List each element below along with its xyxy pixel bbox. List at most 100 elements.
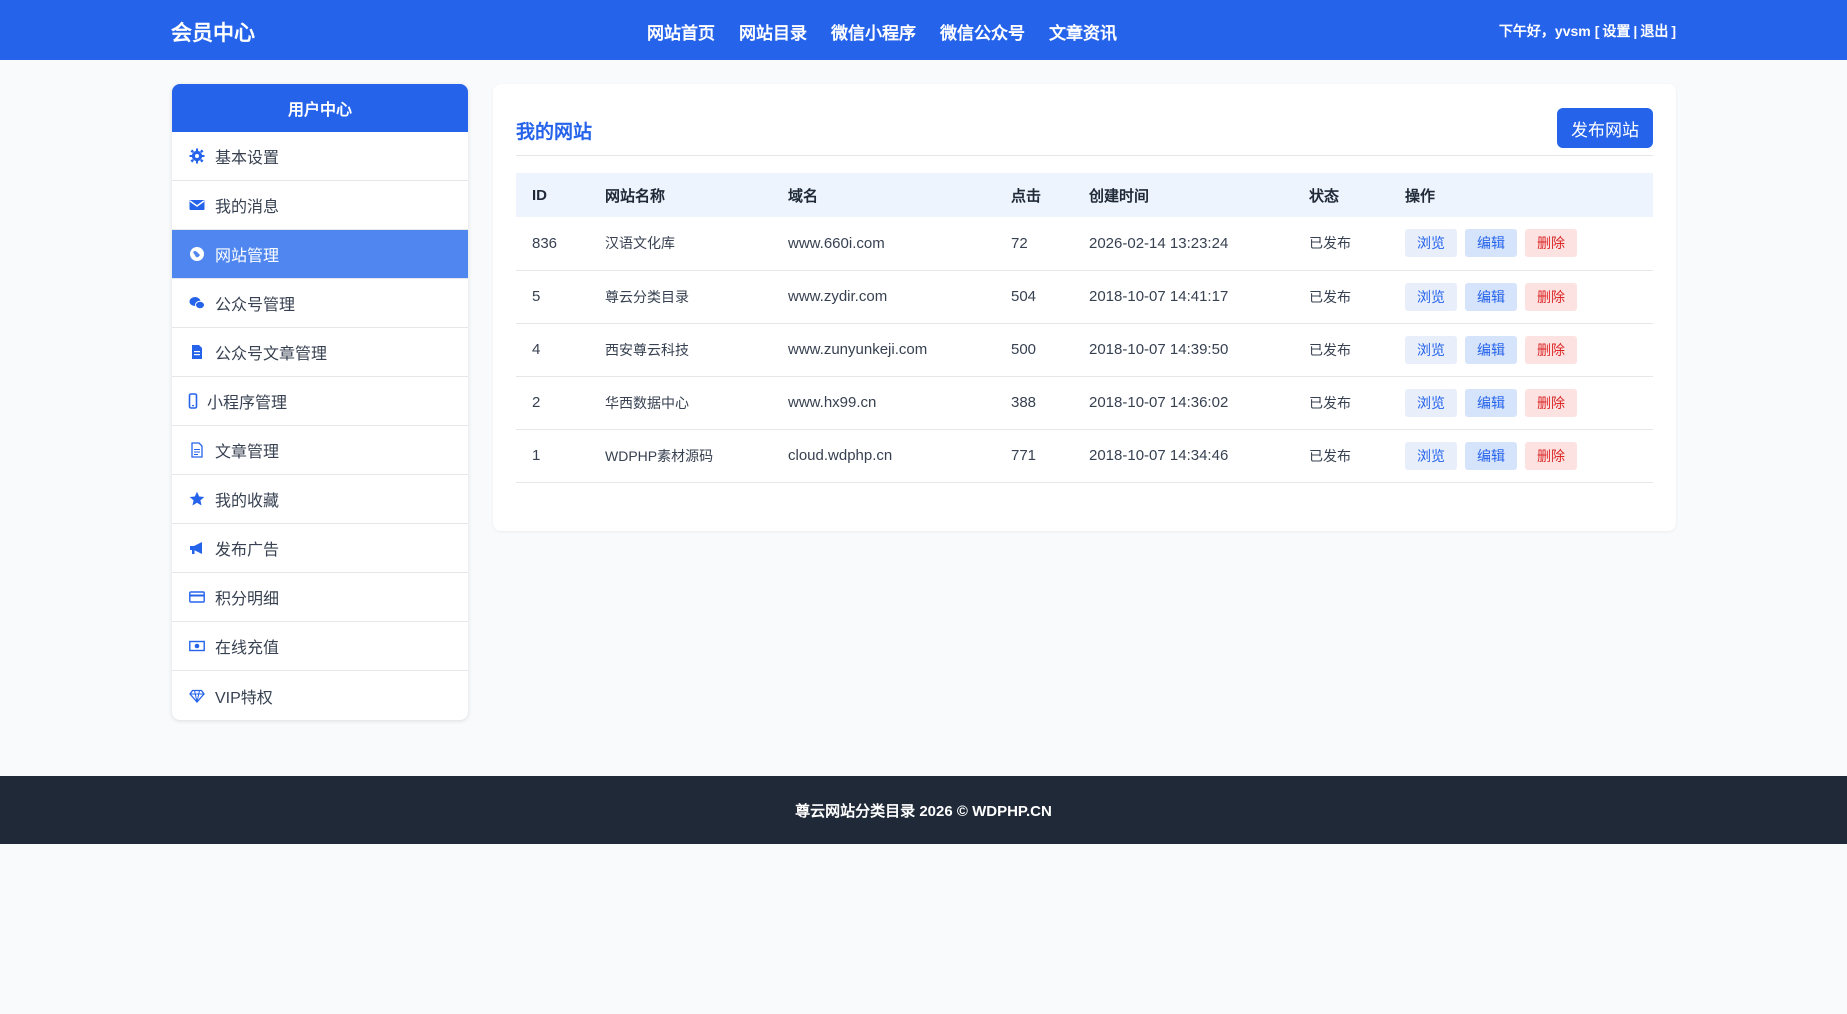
nav-home[interactable]: 网站首页: [647, 19, 715, 44]
edit-button[interactable]: 编辑: [1465, 335, 1517, 364]
delete-button[interactable]: 删除: [1525, 229, 1577, 258]
delete-button[interactable]: 删除: [1525, 441, 1577, 470]
delete-button[interactable]: 删除: [1525, 282, 1577, 311]
diamond-icon: [188, 687, 206, 705]
table-row: 1 WDPHP素材源码 cloud.wdphp.cn 771 2018-10-0…: [516, 429, 1653, 483]
sidebar-item-vip[interactable]: VIP特权: [172, 671, 468, 720]
sidebar-item-basic-settings[interactable]: 基本设置: [172, 132, 468, 181]
site-created: 2018-10-07 14:39:50: [1089, 323, 1309, 377]
sidebar-item-site-management[interactable]: 网站管理: [172, 230, 468, 279]
table-row: 2 华西数据中心 www.hx99.cn 388 2018-10-07 14:3…: [516, 376, 1653, 430]
sidebar-item-account-articles[interactable]: 公众号文章管理: [172, 328, 468, 377]
publish-site-button[interactable]: 发布网站: [1557, 108, 1653, 148]
sidebar: 用户中心 基本设置 我的消息 网站管理 公众号管理 公众号文章管理 小程序管理 …: [172, 84, 468, 720]
view-button[interactable]: 浏览: [1405, 335, 1457, 364]
envelope-icon: [188, 196, 206, 214]
status-badge: 已发布: [1309, 429, 1405, 483]
column-header-id: ID: [516, 173, 605, 217]
column-header-domain: 域名: [788, 173, 1011, 217]
nav-directory[interactable]: 网站目录: [739, 19, 807, 44]
sidebar-item-article-management[interactable]: 文章管理: [172, 426, 468, 475]
logout-link[interactable]: 退出: [1640, 21, 1668, 41]
username: yvsm: [1554, 23, 1591, 39]
row-actions: 浏览 编辑 删除: [1405, 270, 1653, 324]
sidebar-item-recharge[interactable]: 在线充值: [172, 622, 468, 671]
link-separator: |: [1633, 23, 1638, 39]
table-header-row: ID 网站名称 域名 点击 创建时间 状态 操作: [516, 173, 1653, 217]
site-id: 5: [516, 270, 605, 324]
column-header-status: 状态: [1309, 173, 1405, 217]
file-text-icon: [188, 441, 206, 459]
column-header-actions: 操作: [1405, 173, 1653, 217]
edit-button[interactable]: 编辑: [1465, 282, 1517, 311]
sidebar-item-label: 公众号管理: [215, 297, 296, 314]
site-created: 2018-10-07 14:34:46: [1089, 429, 1309, 483]
sidebar-item-mini-program[interactable]: 小程序管理: [172, 377, 468, 426]
sidebar-item-label: 小程序管理: [207, 395, 288, 412]
site-created: 2018-10-07 14:41:17: [1089, 270, 1309, 324]
sidebar-item-label: VIP特权: [215, 689, 273, 707]
gear-icon: [188, 147, 206, 165]
site-hits: 771: [1011, 429, 1089, 483]
site-created: 2018-10-07 14:36:02: [1089, 376, 1309, 430]
sidebar-item-official-account[interactable]: 公众号管理: [172, 279, 468, 328]
site-domain-link[interactable]: www.zunyunkeji.com: [788, 323, 1011, 377]
site-name: 华西数据中心: [605, 376, 788, 430]
my-sites-panel: 我的网站 发布网站 ID 网站名称 域名 点击 创建时间 状态 操作 836 汉…: [493, 84, 1676, 531]
site-domain-link[interactable]: www.660i.com: [788, 217, 1011, 271]
row-actions: 浏览 编辑 删除: [1405, 217, 1653, 271]
view-button[interactable]: 浏览: [1405, 388, 1457, 417]
site-id: 4: [516, 323, 605, 377]
brand-title[interactable]: 会员中心: [171, 17, 255, 47]
star-icon: [188, 490, 206, 508]
sidebar-title: 用户中心: [172, 84, 468, 132]
nav-mini-program[interactable]: 微信小程序: [831, 19, 916, 44]
main-nav: 网站首页 网站目录 微信小程序 微信公众号 文章资讯: [647, 19, 1117, 44]
page-title: 我的网站: [516, 122, 593, 143]
column-header-hits: 点击: [1011, 173, 1089, 217]
status-badge: 已发布: [1309, 217, 1405, 271]
sidebar-item-label: 我的收藏: [215, 493, 280, 510]
nav-articles[interactable]: 文章资讯: [1049, 19, 1117, 44]
footer-copyright: 尊云网站分类目录 2026 © WDPHP.CN: [795, 802, 1052, 820]
row-actions: 浏览 编辑 删除: [1405, 429, 1653, 483]
sidebar-item-points[interactable]: 积分明细: [172, 573, 468, 622]
credit-card-icon: [188, 588, 206, 606]
wechat-icon: [188, 294, 206, 312]
top-navbar: 会员中心 网站首页 网站目录 微信小程序 微信公众号 文章资讯 下午好， yvs…: [0, 0, 1847, 60]
sidebar-item-favorites[interactable]: 我的收藏: [172, 475, 468, 524]
sites-table: ID 网站名称 域名 点击 创建时间 状态 操作 836 汉语文化库 www.6…: [516, 173, 1653, 483]
view-button[interactable]: 浏览: [1405, 441, 1457, 470]
site-domain-link[interactable]: www.hx99.cn: [788, 376, 1011, 430]
site-id: 1: [516, 429, 605, 483]
nav-official-account[interactable]: 微信公众号: [940, 19, 1025, 44]
user-bar: 下午好， yvsm [ 设置 | 退出 ]: [1499, 21, 1676, 41]
site-id: 836: [516, 217, 605, 271]
edit-button[interactable]: 编辑: [1465, 441, 1517, 470]
settings-link[interactable]: 设置: [1602, 21, 1630, 41]
sidebar-item-messages[interactable]: 我的消息: [172, 181, 468, 230]
sidebar-item-label: 基本设置: [215, 150, 280, 167]
sidebar-item-publish-ads[interactable]: 发布广告: [172, 524, 468, 573]
status-badge: 已发布: [1309, 376, 1405, 430]
site-hits: 388: [1011, 376, 1089, 430]
site-domain-link[interactable]: www.zydir.com: [788, 270, 1011, 324]
view-button[interactable]: 浏览: [1405, 229, 1457, 258]
sidebar-item-label: 公众号文章管理: [215, 346, 328, 363]
delete-button[interactable]: 删除: [1525, 388, 1577, 417]
footer: 尊云网站分类目录 2026 © WDPHP.CN: [0, 776, 1847, 844]
view-button[interactable]: 浏览: [1405, 282, 1457, 311]
file-icon: [188, 343, 206, 361]
site-name: WDPHP素材源码: [605, 429, 788, 483]
site-domain-link[interactable]: cloud.wdphp.cn: [788, 429, 1011, 483]
sidebar-item-label: 在线充值: [215, 640, 280, 657]
bracket-open: [: [1594, 23, 1600, 39]
row-actions: 浏览 编辑 删除: [1405, 376, 1653, 430]
table-row: 5 尊云分类目录 www.zydir.com 504 2018-10-07 14…: [516, 270, 1653, 324]
edit-button[interactable]: 编辑: [1465, 388, 1517, 417]
site-hits: 72: [1011, 217, 1089, 271]
sidebar-item-label: 文章管理: [215, 444, 280, 461]
delete-button[interactable]: 删除: [1525, 335, 1577, 364]
status-badge: 已发布: [1309, 270, 1405, 324]
edit-button[interactable]: 编辑: [1465, 229, 1517, 258]
